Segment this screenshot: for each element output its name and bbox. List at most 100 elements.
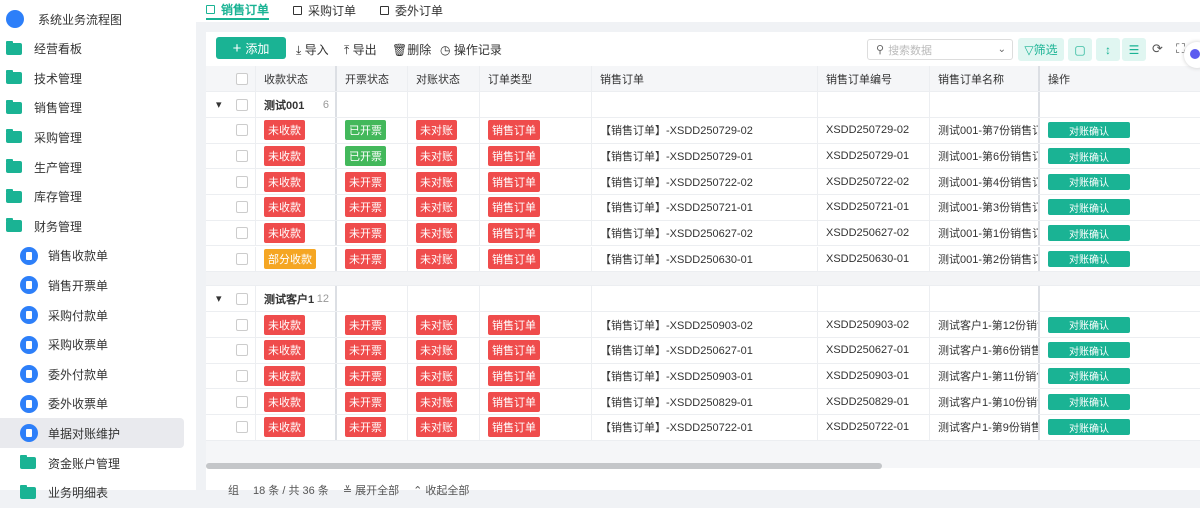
confirm-reconcile-button[interactable]: 对账确认 [1048, 367, 1130, 384]
sidebar-item[interactable]: 经营看板 [0, 34, 184, 64]
confirm-reconcile-button[interactable]: 对账确认 [1048, 122, 1130, 139]
group-checkbox[interactable] [236, 98, 248, 111]
table-row[interactable]: 未收款 未开票 未对账 销售订单 【销售订单】-XSDD250627-02 XSDD250… [206, 220, 1200, 247]
confirm-reconcile-button[interactable]: 对账确认 [1048, 148, 1130, 165]
table-row[interactable]: 未收款 未开票 未对账 销售订单 【销售订单】-XSDD250903-01 XSDD250… [206, 363, 1200, 390]
sales-order-link[interactable]: 【销售订单】-XSDD250722-02 [600, 174, 753, 190]
group-checkbox[interactable] [236, 292, 248, 305]
confirm-reconcile-button[interactable]: 对账确认 [1048, 342, 1130, 359]
sidebar-item[interactable]: 库存管理 [0, 182, 184, 212]
sales-order-link[interactable]: 【销售订单】-XSDD250722-01 [600, 419, 753, 435]
sales-order-link[interactable]: 【销售订单】-XSDD250829-01 [600, 394, 753, 410]
import-button[interactable]: ⤓ 导入 [296, 41, 329, 58]
confirm-reconcile-button[interactable]: 对账确认 [1048, 199, 1130, 216]
export-button[interactable]: ⤒ 导出 [344, 41, 377, 58]
horizontal-scrollbar[interactable] [206, 463, 882, 469]
sidebar-item[interactable]: 采购管理 [0, 122, 184, 152]
column-header[interactable]: 销售订单名称 [938, 71, 1004, 87]
row-checkbox[interactable] [236, 150, 248, 163]
sales-order-link[interactable]: 【销售订单】-XSDD250903-02 [600, 317, 753, 333]
column-header[interactable]: 销售订单 [600, 71, 644, 87]
sidebar-item[interactable]: 资金账户管理 [0, 448, 184, 478]
sidebar-item[interactable]: 销售收款单 [0, 241, 184, 271]
column-header[interactable]: 对账状态 [416, 71, 460, 87]
collapse-all-button[interactable]: ⌃ 收起全部 [413, 482, 469, 498]
add-button[interactable]: + 添加 [216, 37, 286, 59]
row-checkbox[interactable] [236, 421, 248, 434]
sidebar-item[interactable]: 委外付款单 [0, 359, 184, 389]
group-row[interactable]: ▾ 测试001 6 [206, 92, 1200, 118]
table-cell: 销售订单 [592, 66, 818, 91]
sidebar-item[interactable]: 销售管理 [0, 93, 184, 123]
folder-icon [6, 218, 22, 233]
caret-down-icon[interactable]: ▾ [216, 292, 222, 305]
table-cell: 对账确认 [1040, 144, 1200, 169]
row-checkbox[interactable] [236, 252, 248, 265]
sales-order-link[interactable]: 【销售订单】-XSDD250903-01 [600, 368, 753, 384]
table-row[interactable]: 未收款 未开票 未对账 销售订单 【销售订单】-XSDD250829-01 XSDD250… [206, 389, 1200, 415]
table-cell [228, 246, 256, 272]
column-header[interactable]: 开票状态 [345, 71, 389, 87]
sales-order-link[interactable]: 【销售订单】-XSDD250627-01 [600, 342, 753, 358]
table-cell: 未对账 [408, 143, 480, 169]
row-checkbox[interactable] [236, 395, 248, 408]
sales-order-link[interactable]: 【销售订单】-XSDD250729-02 [600, 122, 753, 138]
delete-button[interactable]: 🗑删除 [392, 41, 431, 58]
note-button[interactable]: ▢ [1068, 38, 1092, 61]
log-button[interactable]: ◷ 操作记录 [440, 41, 502, 58]
search-input[interactable]: ⚲ 搜索数据 ⌄ [867, 39, 1013, 60]
row-checkbox[interactable] [236, 369, 248, 382]
sidebar-item-label: 系统业务流程图 [38, 12, 123, 27]
table-row[interactable]: 未收款 未开票 未对账 销售订单 【销售订单】-XSDD250722-02 XSDD250… [206, 169, 1200, 196]
row-checkbox[interactable] [236, 227, 248, 240]
tab-outsource-order[interactable]: 委外订单 [380, 0, 443, 20]
sidebar-item[interactable]: 采购付款单 [0, 300, 184, 330]
row-checkbox[interactable] [236, 344, 248, 357]
sidebar-item[interactable]: 单据对账维护 [0, 418, 184, 449]
column-header[interactable]: 销售订单编号 [826, 71, 892, 87]
sidebar-item[interactable]: 采购收票单 [0, 330, 184, 360]
row-checkbox[interactable] [236, 124, 248, 137]
table-row[interactable]: 未收款 已开票 未对账 销售订单 【销售订单】-XSDD250729-02 XSDD250… [206, 118, 1200, 144]
row-checkbox[interactable] [236, 175, 248, 188]
sales-order-link[interactable]: 【销售订单】-XSDD250627-02 [600, 225, 753, 241]
sidebar-item[interactable]: 销售开票单 [0, 270, 184, 300]
confirm-reconcile-button[interactable]: 对账确认 [1048, 173, 1130, 190]
column-header[interactable]: 收款状态 [264, 71, 308, 87]
column-header[interactable]: 订单类型 [488, 71, 532, 87]
expand-all-button[interactable]: ≚ 展开全部 [343, 482, 399, 498]
select-all-checkbox[interactable] [236, 72, 248, 85]
table-row[interactable]: 未收款 已开票 未对账 销售订单 【销售订单】-XSDD250729-01 XSDD250… [206, 143, 1200, 170]
tab-purchase-order[interactable]: 采购订单 [293, 0, 356, 20]
sidebar-item[interactable]: 业务明细表 [0, 478, 184, 508]
table-row[interactable]: 未收款 未开票 未对账 销售订单 【销售订单】-XSDD250903-02 XSDD250… [206, 312, 1200, 338]
column-header[interactable]: 操作 [1048, 71, 1070, 87]
group-button[interactable]: ☰ [1122, 38, 1146, 61]
table-row[interactable]: 未收款 未开票 未对账 销售订单 【销售订单】-XSDD250722-01 XSDD250… [206, 415, 1200, 441]
sidebar-item[interactable]: 生产管理 [0, 152, 184, 182]
row-checkbox[interactable] [236, 201, 248, 214]
sidebar-item[interactable]: 财务管理 [0, 211, 184, 241]
caret-down-icon[interactable]: ▾ [216, 98, 222, 111]
tab-sales-order[interactable]: 销售订单 [206, 0, 270, 20]
table-row[interactable]: 未收款 未开票 未对账 销售订单 【销售订单】-XSDD250627-01 XSDD250… [206, 337, 1200, 364]
confirm-reconcile-button[interactable]: 对账确认 [1048, 419, 1130, 436]
confirm-reconcile-button[interactable]: 对账确认 [1048, 225, 1130, 242]
confirm-reconcile-button[interactable]: 对账确认 [1048, 250, 1130, 267]
sidebar-item[interactable]: 系统业务流程图 [0, 4, 184, 34]
sales-order-link[interactable]: 【销售订单】-XSDD250721-01 [600, 199, 753, 215]
sort-button[interactable]: ↕ [1096, 38, 1120, 61]
sales-order-link[interactable]: 【销售订单】-XSDD250729-01 [600, 148, 753, 164]
table-cell: 【销售订单】-XSDD250903-02 [592, 312, 818, 337]
refresh-button[interactable]: ⟳ [1152, 41, 1163, 57]
row-checkbox[interactable] [236, 318, 248, 331]
confirm-reconcile-button[interactable]: 对账确认 [1048, 393, 1130, 410]
sales-order-link[interactable]: 【销售订单】-XSDD250630-01 [600, 251, 753, 267]
sidebar-item[interactable]: 技术管理 [0, 63, 184, 93]
confirm-reconcile-button[interactable]: 对账确认 [1048, 316, 1130, 333]
sidebar-item[interactable]: 委外收票单 [0, 389, 184, 419]
filter-button[interactable]: ▽ 筛选 [1018, 38, 1064, 61]
table-row[interactable]: 未收款 未开票 未对账 销售订单 【销售订单】-XSDD250721-01 XSDD250… [206, 195, 1200, 221]
table-row[interactable]: 部分收款 未开票 未对账 销售订单 【销售订单】-XSDD250630-01 XSDD25… [206, 246, 1200, 273]
group-row[interactable]: ▾ 测试客户1 12 [206, 286, 1200, 313]
